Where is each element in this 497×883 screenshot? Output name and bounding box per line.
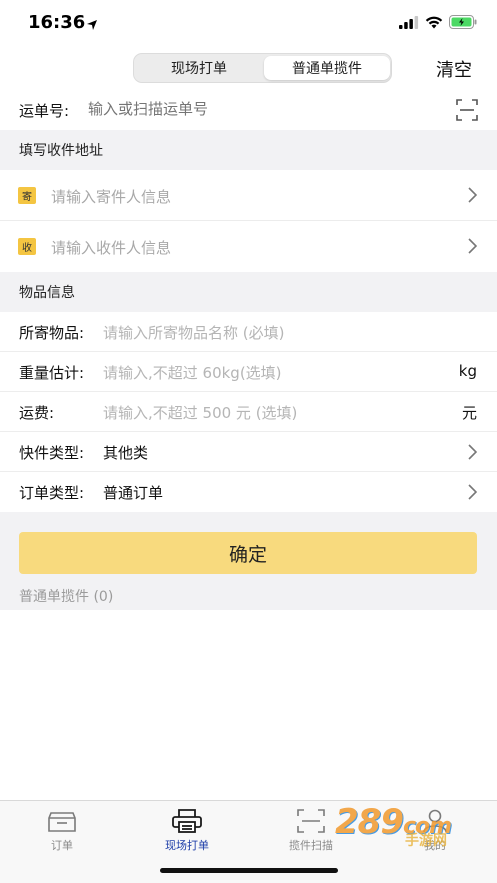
tab-onsite-print[interactable]: 现场打单 <box>142 807 232 853</box>
tab-mine-label: 我的 <box>424 839 446 852</box>
segment-onsite-print[interactable]: 现场打单 <box>136 56 262 80</box>
pickup-count-text: 普通单揽件 (0) <box>19 589 114 605</box>
freight-row[interactable]: 运费: 请输入,不超过 500 元 (选填) 元 <box>0 392 497 432</box>
freight-label: 运费: <box>19 404 55 422</box>
status-icons <box>399 14 477 33</box>
weight-unit: kg <box>458 362 477 380</box>
receiver-placeholder: 请输入收件人信息 <box>51 239 172 257</box>
location-arrow-icon <box>86 16 98 35</box>
chevron-right-icon <box>467 187 478 207</box>
chevron-right-icon <box>467 444 478 464</box>
confirm-button[interactable]: 确定 <box>19 532 477 574</box>
tab-pickup-scan-label: 揽件扫描 <box>289 839 333 852</box>
wifi-icon <box>425 14 443 33</box>
scan-icon <box>266 807 356 835</box>
chevron-right-icon <box>467 484 478 504</box>
mode-segmented-control: 现场打单 普通单揽件 <box>133 53 392 83</box>
item-name-row[interactable]: 所寄物品: 请输入所寄物品名称 (必填) <box>0 312 497 352</box>
segment-normal-pickup[interactable]: 普通单揽件 <box>264 56 390 80</box>
tab-orders-label: 订单 <box>51 839 73 852</box>
sender-tag: 寄 <box>18 187 36 204</box>
item-name-label: 所寄物品: <box>19 324 85 342</box>
freight-input[interactable]: 请输入,不超过 500 元 (选填) <box>103 402 297 423</box>
receiver-tag: 收 <box>18 238 36 255</box>
printer-icon <box>142 807 232 835</box>
waybill-row: 运单号: <box>0 90 497 130</box>
receiver-row[interactable]: 收 请输入收件人信息 <box>0 221 497 272</box>
status-time: 16:36 <box>28 12 86 33</box>
chevron-right-icon <box>467 238 478 258</box>
top-header: 现场打单 普通单揽件 清空 <box>0 48 497 90</box>
home-indicator <box>160 868 338 873</box>
tab-onsite-print-label: 现场打单 <box>165 839 209 852</box>
inbox-icon <box>17 807 107 835</box>
confirm-area: 确定 普通单揽件 (0) <box>0 512 497 610</box>
scan-icon[interactable] <box>456 99 478 125</box>
clear-button[interactable]: 清空 <box>436 56 472 82</box>
freight-unit: 元 <box>461 404 477 422</box>
parcel-type-label: 快件类型: <box>19 444 85 462</box>
order-type-value: 普通订单 <box>103 484 164 502</box>
sender-placeholder: 请输入寄件人信息 <box>51 188 172 206</box>
waybill-label: 运单号: <box>19 102 70 120</box>
weight-input[interactable]: 请输入,不超过 60kg(选填) <box>103 362 282 383</box>
tab-orders[interactable]: 订单 <box>17 807 107 853</box>
signal-icon <box>399 14 419 33</box>
tab-pickup-scan[interactable]: 揽件扫描 <box>266 807 356 853</box>
order-type-label: 订单类型: <box>19 484 85 502</box>
weight-row[interactable]: 重量估计: 请输入,不超过 60kg(选填) kg <box>0 352 497 392</box>
status-bar: 16:36 <box>0 0 497 48</box>
item-section-header: 物品信息 <box>0 272 497 312</box>
order-type-row[interactable]: 订单类型: 普通订单 <box>0 472 497 512</box>
item-name-input[interactable]: 请输入所寄物品名称 (必填) <box>103 322 284 343</box>
weight-label: 重量估计: <box>19 364 85 382</box>
sender-row[interactable]: 寄 请输入寄件人信息 <box>0 170 497 221</box>
user-icon <box>390 807 480 835</box>
address-section-header: 填写收件地址 <box>0 130 497 170</box>
parcel-type-value: 其他类 <box>103 444 149 462</box>
battery-icon <box>449 14 477 33</box>
waybill-input[interactable] <box>88 100 428 118</box>
tab-mine[interactable]: 我的 <box>390 807 480 853</box>
parcel-type-row[interactable]: 快件类型: 其他类 <box>0 432 497 472</box>
